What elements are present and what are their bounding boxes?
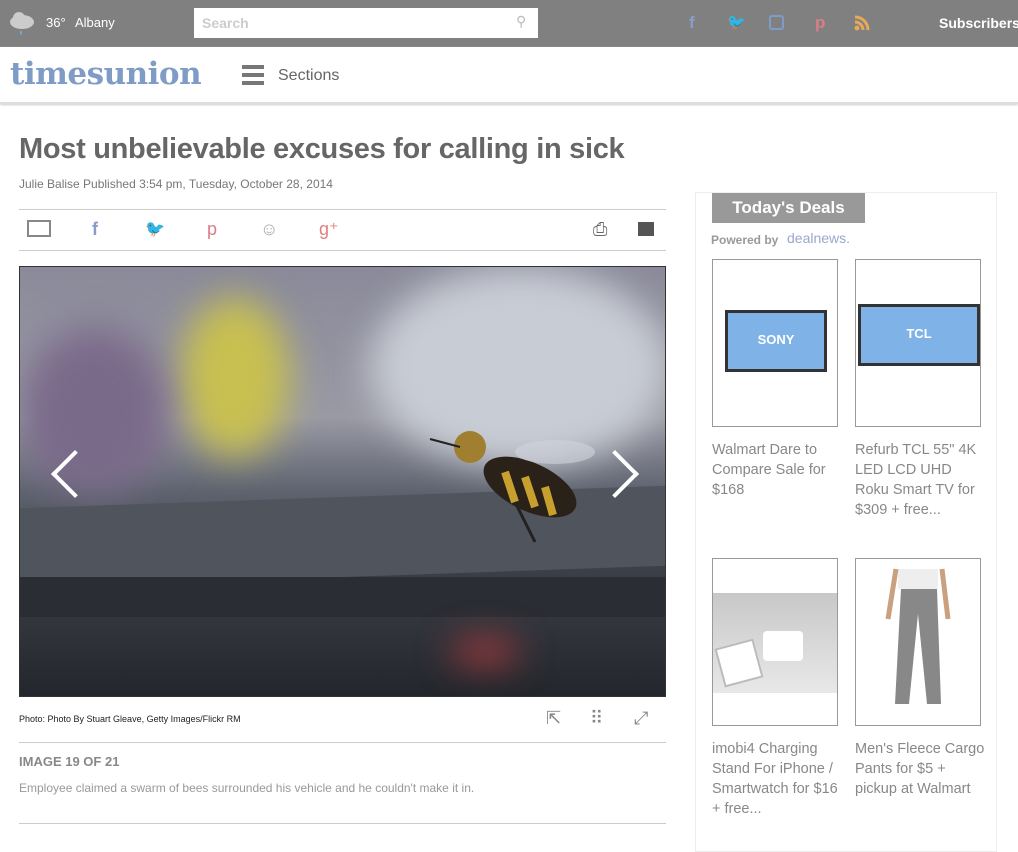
charging-stand-image (713, 593, 837, 693)
page-title: Most unbelievable excuses for calling in… (19, 133, 625, 165)
logo[interactable]: timesunion (10, 56, 202, 92)
deal-label[interactable]: Walmart Dare to Compare Sale for $168 (712, 440, 842, 500)
weather-cloud-icon (10, 12, 34, 35)
facebook-share-icon[interactable]: f (92, 219, 98, 240)
rss-icon[interactable] (854, 15, 870, 31)
search-input[interactable] (194, 8, 538, 38)
pinterest-icon[interactable]: p (815, 13, 825, 33)
gallery-photo[interactable] (19, 266, 666, 697)
deal-label[interactable]: Men's Fleece Cargo Pants for $5 + pickup… (855, 739, 985, 799)
deal-card[interactable] (855, 558, 981, 726)
twitter-share-icon[interactable]: 🐦 (145, 219, 165, 239)
powered-by: Powered by (711, 233, 779, 247)
comment-icon[interactable] (638, 222, 654, 236)
email-icon[interactable] (27, 220, 51, 237)
photo-credit: Photo: Photo By Stuart Gleave, Getty Ima… (19, 714, 241, 724)
fullscreen-icon[interactable]: ⤢ (634, 708, 648, 729)
deals-title: Today's Deals (712, 193, 865, 223)
share-bar: f 🐦 p ☺ g⁺ ⎙ (19, 209, 666, 251)
instagram-icon[interactable] (769, 15, 784, 30)
print-icon[interactable]: ⎙ (593, 219, 607, 240)
divider (19, 823, 666, 824)
pants-image (885, 568, 951, 704)
share-photo-icon[interactable]: ⇱ (546, 708, 561, 729)
deal-card[interactable]: TCL (855, 259, 981, 427)
tv-image: TCL (858, 304, 980, 366)
deal-card[interactable] (712, 558, 838, 726)
dealnews-logo[interactable]: dealnews. (787, 230, 850, 246)
subscribers-link[interactable]: Subscribers (939, 15, 1018, 31)
twitter-icon[interactable]: 🐦 (727, 13, 746, 31)
photo-description: Employee claimed a swarm of bees surroun… (19, 781, 475, 795)
deal-label[interactable]: Refurb TCL 55" 4K LED LCD UHD Roku Smart… (855, 440, 985, 520)
bee-image (429, 431, 595, 543)
tv-image: SONY (725, 310, 827, 372)
sections-button[interactable]: Sections (278, 67, 339, 85)
reddit-icon[interactable]: ☺ (260, 219, 278, 240)
divider (19, 742, 666, 743)
weather-city[interactable]: Albany (75, 15, 115, 30)
byline: Julie Balise Published 3:54 pm, Tuesday,… (19, 177, 333, 191)
facebook-icon[interactable]: f (689, 13, 695, 33)
deal-card[interactable]: SONY (712, 259, 838, 427)
deal-label[interactable]: imobi4 Charging Stand For iPhone / Smart… (712, 739, 842, 819)
weather-temp: 36° (46, 15, 66, 30)
search-icon[interactable]: ⚲ (516, 13, 526, 30)
google-plus-icon[interactable]: g⁺ (319, 219, 339, 240)
menu-icon[interactable] (242, 65, 264, 85)
pinterest-share-icon[interactable]: p (207, 219, 217, 240)
image-counter: IMAGE 19 OF 21 (19, 754, 120, 769)
grid-icon[interactable]: ⠿ (590, 708, 603, 729)
